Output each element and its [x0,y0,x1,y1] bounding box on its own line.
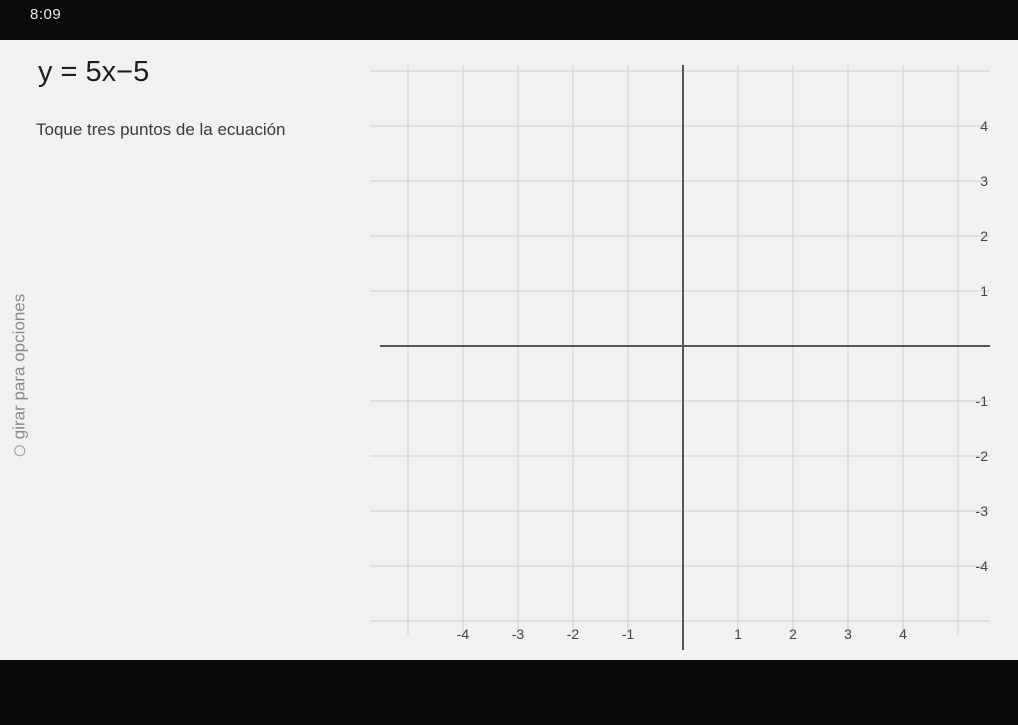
x-tick-label: 1 [734,626,742,642]
x-tick-label: 4 [899,626,907,642]
axes [380,65,990,650]
y-tick-label: 2 [980,228,988,244]
tick-labels: -4 -3 -2 -1 1 2 3 4 4 3 2 1 -1 -2 -3 -4 [457,118,988,642]
grid-lines [370,65,990,635]
circle-icon [13,445,25,457]
status-bar-time: 8:09 [30,6,62,23]
y-tick-label: -1 [976,393,989,409]
y-tick-label: -4 [976,558,989,574]
device-bezel [0,660,1018,725]
y-tick-label: -3 [976,503,989,519]
y-tick-label: 3 [980,173,988,189]
rotate-hint: girar para opciones [6,265,32,485]
y-tick-label: 1 [980,283,988,299]
x-tick-label: -1 [622,626,635,642]
graphing-screen: -4 -3 -2 -1 1 2 3 4 4 3 2 1 -1 -2 -3 -4 y = 5x−5 Toque … [0,40,1018,660]
x-tick-label: -3 [512,626,525,642]
instruction-text: Toque tres puntos de la ecuación [36,120,286,139]
x-tick-label: 3 [844,626,852,642]
x-tick-label: -2 [567,626,580,642]
y-tick-label: -2 [976,448,989,464]
y-tick-label: 4 [980,118,988,134]
x-tick-label: -4 [457,626,470,642]
rotate-hint-label: girar para opciones [9,293,28,440]
x-tick-label: 2 [789,626,797,642]
equation-label: y = 5x−5 [38,56,150,88]
